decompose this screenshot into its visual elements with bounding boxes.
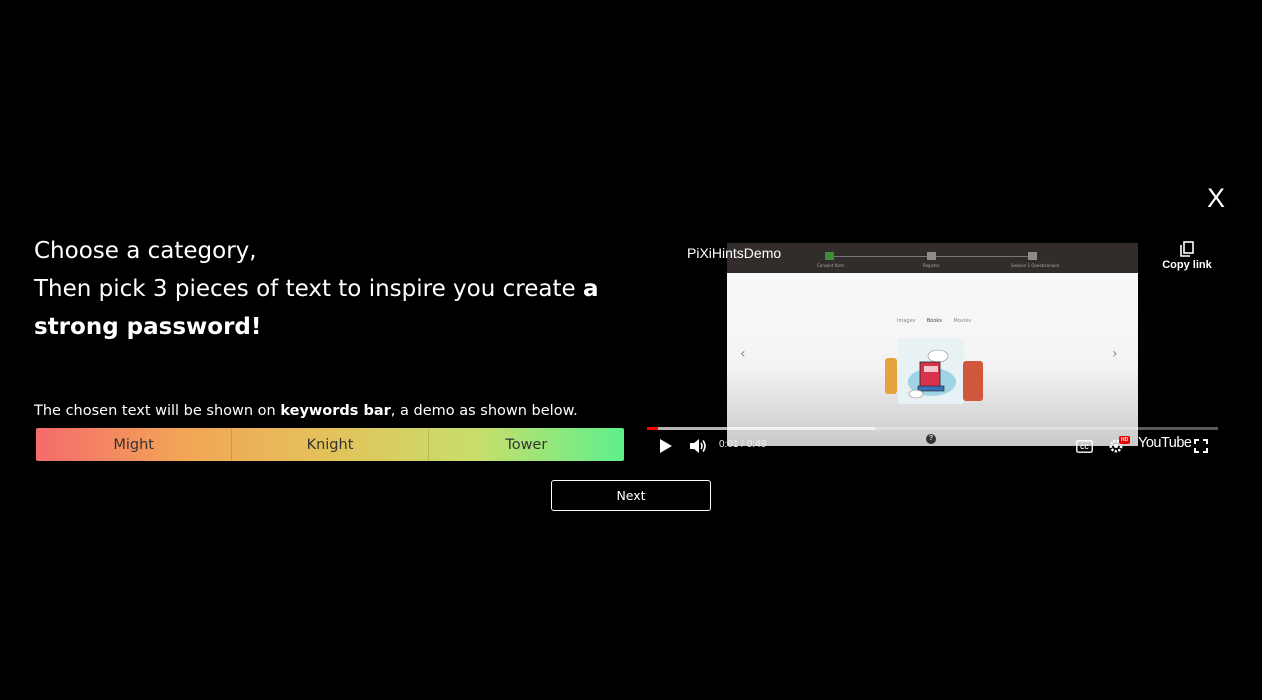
note-bold: keywords bar (280, 403, 391, 419)
close-button[interactable]: X (1204, 182, 1228, 214)
copy-link-button[interactable]: Copy link (1158, 241, 1216, 271)
video-thumbnail[interactable]: Consent form Register Session 1 Question… (727, 243, 1138, 446)
keywords-note: The chosen text will be shown on keyword… (34, 401, 634, 421)
progress-loaded (647, 427, 876, 430)
note-prefix: The chosen text will be shown on (34, 403, 281, 419)
stepper-label: Consent form (817, 263, 845, 268)
heading-line-2-text: Then pick 3 pieces of text to inspire yo… (34, 276, 583, 302)
thumbnail-tab: Books (926, 318, 942, 324)
hd-badge: HD (1119, 436, 1131, 444)
progress-played (647, 427, 659, 430)
stepper-dot (927, 252, 936, 260)
chevron-right-icon: › (1112, 346, 1118, 362)
captions-icon: CC (1075, 439, 1093, 453)
heading-line-1: Choose a category, (34, 238, 257, 264)
books-illustration-icon (908, 349, 956, 399)
video-title[interactable]: PiXiHintsDemo (687, 245, 781, 261)
thumbnail-tab: Images (897, 318, 916, 324)
copy-link-label: Copy link (1162, 259, 1212, 271)
player-controls: 0:01 / 0:49 CC HD YouTube (647, 433, 1218, 459)
stepper-label: Session 1 Questionnaire (1011, 263, 1060, 268)
play-icon (660, 439, 672, 453)
carousel-card (898, 338, 964, 404)
stepper-dot (825, 252, 834, 260)
stepper-dot (1028, 252, 1037, 260)
next-button[interactable]: Next (551, 480, 711, 511)
keywords-bar: Might Knight Tower (36, 428, 624, 461)
timecode: 0:01 / 0:49 (719, 439, 767, 450)
thumbnail-tab: Movies (953, 318, 971, 324)
copy-icon (1180, 241, 1194, 257)
carousel-card (963, 361, 983, 401)
keyword-chip: Might (113, 436, 154, 453)
video-player[interactable]: Consent form Register Session 1 Question… (647, 233, 1218, 465)
fullscreen-icon (1194, 439, 1208, 453)
instructions-heading: Choose a category, Then pick 3 pieces of… (34, 232, 634, 346)
svg-text:CC: CC (1080, 445, 1089, 451)
keyword-chip: Tower (427, 428, 624, 461)
stepper-label: Register (923, 263, 940, 268)
note-suffix: , a demo as shown below. (390, 403, 578, 419)
keyword-chip: Knight (231, 428, 427, 461)
fullscreen-button[interactable] (1191, 433, 1211, 459)
chevron-left-icon: ‹ (740, 346, 746, 362)
play-button[interactable] (655, 433, 677, 459)
thumbnail-stepper: Consent form Register Session 1 Question… (727, 243, 1138, 273)
captions-button[interactable]: CC (1074, 433, 1094, 459)
heading-line-2: Then pick 3 pieces of text to inspire yo… (34, 270, 634, 346)
youtube-logo[interactable]: YouTube (1138, 435, 1192, 451)
mute-button[interactable] (687, 433, 709, 459)
thumbnail-tabs: Images Books Movies (897, 318, 981, 324)
volume-icon (690, 439, 706, 453)
progress-bar[interactable] (647, 427, 1218, 430)
carousel-card (885, 358, 897, 394)
